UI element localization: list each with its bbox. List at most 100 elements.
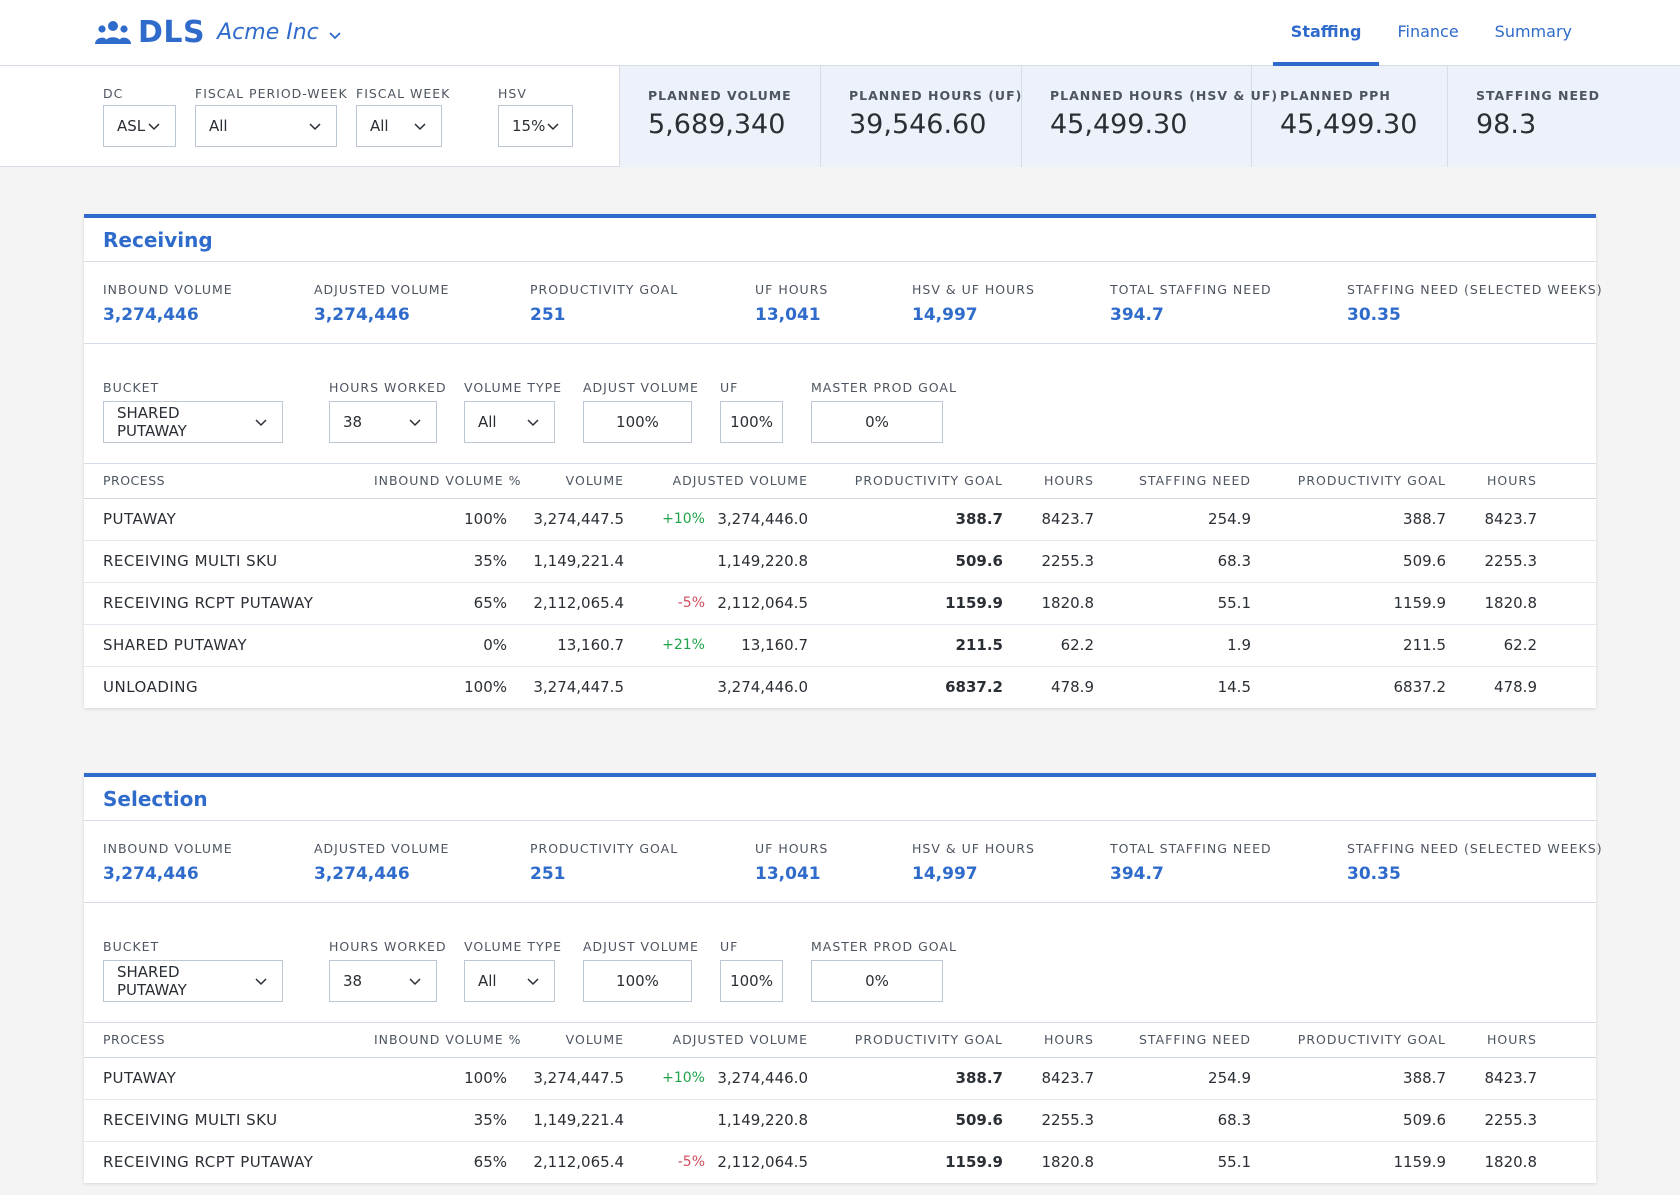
col-header-process[interactable]: PROCESS: [84, 464, 374, 499]
col-header-adjusted-volume[interactable]: ADJUSTED VOLUME: [624, 464, 808, 499]
hsv-value: 15%: [512, 117, 546, 135]
cell-adjusted-volume: 2,112,064.5: [715, 582, 808, 625]
uf-input[interactable]: 100%: [720, 960, 783, 1002]
chevron-down-icon: [409, 978, 421, 986]
col-header-hours[interactable]: HOURS: [1003, 464, 1094, 499]
cell-process: RECEIVING RCPT PUTAWAY: [103, 1153, 314, 1172]
stat-label: INBOUND VOLUME: [103, 282, 233, 297]
col-header-hours-2[interactable]: HOURS: [1446, 464, 1537, 499]
adjust-volume-input[interactable]: 100%: [583, 960, 692, 1002]
cell-hours-2: 8423.7: [1446, 498, 1537, 541]
tab-summary[interactable]: Summary: [1477, 0, 1590, 66]
cell-change-badge: [624, 540, 715, 583]
cell-spacer: [1537, 1057, 1596, 1100]
col-header-inbound-volume-pct[interactable]: INBOUND VOLUME %: [374, 464, 521, 499]
stat-value: 3,274,446: [103, 864, 199, 884]
cell-process: PUTAWAY: [84, 1057, 374, 1100]
cell-inbound-pct: 0%: [374, 624, 507, 667]
tab-staffing[interactable]: Staffing: [1272, 0, 1380, 66]
hours-worked-select[interactable]: 38: [329, 960, 437, 1002]
table-row[interactable]: RECEIVING MULTI SKU 35% 1,149,221.4 1,14…: [84, 540, 1596, 583]
table-row[interactable]: RECEIVING RCPT PUTAWAY 65% 2,112,065.4 -…: [84, 582, 1596, 625]
cell-volume: 2,112,065.4: [507, 582, 624, 625]
stat-inbound-volume: INBOUND VOLUME 3,274,446: [103, 282, 233, 325]
master-prod-goal-input[interactable]: 0%: [811, 960, 943, 1002]
kpi-planned-hours-hsv-uf: PLANNED HOURS (HSV & UF) 45,499.30: [1022, 66, 1279, 167]
kpi-value: 39,546.60: [849, 109, 987, 140]
cell-process: RECEIVING MULTI SKU: [84, 540, 374, 583]
cell-process: PUTAWAY: [84, 498, 374, 541]
col-header-adjusted-volume[interactable]: ADJUSTED VOLUME: [624, 1023, 808, 1058]
tab-finance[interactable]: Finance: [1379, 0, 1476, 66]
stat-productivity-goal: PRODUCTIVITY GOAL 251: [530, 282, 678, 325]
cell-inbound-pct: 100%: [374, 498, 507, 541]
table-row[interactable]: PUTAWAY 100% 3,274,447.5 +10% 3,274,446.…: [84, 498, 1596, 541]
team-icon: [95, 21, 131, 44]
cell-productivity-goal: 1159.9: [808, 582, 1003, 625]
cell-productivity-goal-2: 6837.2: [1393, 678, 1447, 697]
col-header-staffing-need[interactable]: STAFFING NEED: [1094, 464, 1251, 499]
adjust-volume-label: ADJUST VOLUME: [583, 939, 699, 954]
selection-section: Selection INBOUND VOLUME 3,274,446 ADJUST…: [84, 773, 1602, 1183]
bucket-select[interactable]: SHARED PUTAWAY: [103, 401, 283, 443]
table-row[interactable]: SHARED PUTAWAY 0% 13,160.7 +21% 13,160.7…: [84, 624, 1596, 667]
cell-hours: 478.9: [1051, 678, 1094, 697]
col-header-process[interactable]: PROCESS: [84, 1023, 374, 1058]
table-header-row: PROCESS INBOUND VOLUME % VOLUME ADJUSTED…: [84, 1023, 1596, 1058]
stat-value: 30.35: [1347, 305, 1401, 325]
kpi-strip: PLANNED VOLUME 5,689,340 PLANNED HOURS (…: [619, 66, 1680, 167]
stat-label: STAFFING NEED (SELECTED WEEKS): [1347, 282, 1603, 297]
col-header-volume[interactable]: VOLUME: [507, 1023, 624, 1058]
col-header-staffing-need[interactable]: STAFFING NEED: [1094, 1023, 1251, 1058]
col-header-productivity-goal-2[interactable]: PRODUCTIVITY GOAL: [1251, 464, 1446, 499]
cell-spacer: [1537, 666, 1596, 708]
col-header-hours[interactable]: HOURS: [1003, 1023, 1094, 1058]
cell-productivity-goal-2: 1159.9: [1393, 1153, 1447, 1172]
stat-hsv-uf-hours: HSV & UF HOURS 14,997: [912, 282, 1035, 325]
fiscal-period-week-value: All: [209, 117, 228, 135]
cell-change-badge: -5%: [677, 1154, 705, 1171]
col-header-inbound-volume-pct[interactable]: INBOUND VOLUME %: [374, 1023, 521, 1058]
fiscal-week-select[interactable]: All: [356, 105, 442, 147]
adjust-volume-input[interactable]: 100%: [583, 401, 692, 443]
cell-inbound-pct: 35%: [374, 540, 507, 583]
stat-label: UF HOURS: [755, 282, 829, 297]
table-row[interactable]: RECEIVING MULTI SKU 35% 1,149,221.4 1,14…: [84, 1099, 1596, 1142]
col-header-productivity-goal[interactable]: PRODUCTIVITY GOAL: [808, 464, 1003, 499]
stat-label: HSV & UF HOURS: [912, 841, 1035, 856]
main-nav: Staffing Finance Summary: [1272, 0, 1590, 66]
table-row[interactable]: UNLOADING 100% 3,274,447.5 3,274,446.0 6…: [84, 666, 1596, 708]
col-header-productivity-goal[interactable]: PRODUCTIVITY GOAL: [808, 1023, 1003, 1058]
cell-productivity-goal: 388.7: [808, 498, 1003, 541]
volume-type-select[interactable]: All: [464, 401, 555, 443]
volume-type-select[interactable]: All: [464, 960, 555, 1002]
cell-staffing-need: 55.1: [1217, 1153, 1251, 1172]
table-row[interactable]: PUTAWAY 100% 3,274,447.5 +10% 3,274,446.…: [84, 1057, 1596, 1100]
cell-inbound-pct: 65%: [473, 1153, 507, 1172]
col-header-productivity-goal-2[interactable]: PRODUCTIVITY GOAL: [1251, 1023, 1446, 1058]
stat-value: 14,997: [912, 305, 978, 325]
kpi-staffing-need: STAFFING NEED 98.3: [1448, 66, 1680, 167]
bucket-select[interactable]: SHARED PUTAWAY: [103, 960, 283, 1002]
stat-value: 251: [530, 864, 566, 884]
chevron-down-icon[interactable]: [327, 27, 343, 43]
dc-select[interactable]: ASL: [103, 105, 176, 147]
cell-spacer: [1537, 540, 1596, 583]
kpi-label: PLANNED VOLUME: [648, 88, 792, 103]
stat-adjusted-volume: ADJUSTED VOLUME 3,274,446: [314, 282, 449, 325]
chevron-down-icon: [255, 419, 267, 427]
section-stats: INBOUND VOLUME 3,274,446 ADJUSTED VOLUME 3…: [84, 821, 1602, 903]
org-switcher-label[interactable]: Acme Inc: [217, 18, 319, 48]
table-row[interactable]: RECEIVING RCPT PUTAWAY 65% 2,112,065.4 -…: [84, 1141, 1596, 1183]
hsv-select[interactable]: 15%: [498, 105, 573, 147]
fiscal-period-week-select[interactable]: All: [195, 105, 337, 147]
volume-type-label: VOLUME TYPE: [464, 939, 563, 954]
master-prod-goal-input[interactable]: 0%: [811, 401, 943, 443]
hours-worked-select[interactable]: 38: [329, 401, 437, 443]
kpi-label: PLANNED HOURS (HSV & UF): [1050, 88, 1279, 103]
uf-input[interactable]: 100%: [720, 401, 783, 443]
col-header-spacer: [1537, 464, 1596, 499]
bucket-value: SHARED PUTAWAY: [117, 404, 187, 440]
col-header-volume[interactable]: VOLUME: [507, 464, 624, 499]
col-header-hours-2[interactable]: HOURS: [1446, 1023, 1537, 1058]
